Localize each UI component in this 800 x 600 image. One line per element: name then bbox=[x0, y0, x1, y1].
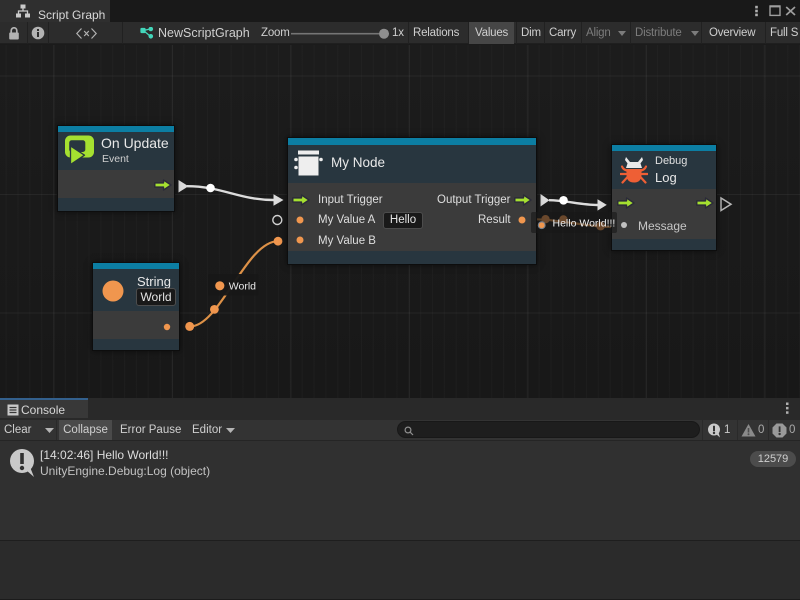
svg-text:Hello World!!!: Hello World!!! bbox=[553, 217, 616, 229]
svg-text:World: World bbox=[229, 280, 256, 292]
